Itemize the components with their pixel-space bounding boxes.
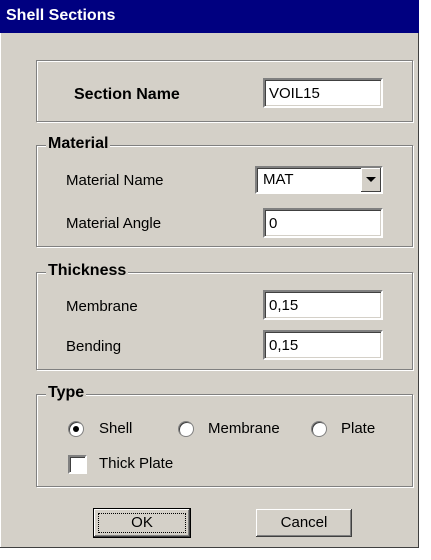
bending-thickness-input[interactable]: 0,15 <box>263 330 383 360</box>
shell-radio[interactable] <box>68 421 84 437</box>
thick-plate-label[interactable]: Thick Plate <box>99 455 173 472</box>
membrane-label: Membrane <box>66 298 138 315</box>
focus-rectangle <box>98 513 186 533</box>
material-angle-label: Material Angle <box>66 215 162 232</box>
bending-label: Bending <box>66 338 122 355</box>
material-legend: Material <box>46 135 111 153</box>
material-name-value: MAT <box>263 171 294 188</box>
material-name-label: Material Name <box>66 172 164 189</box>
title-bar[interactable]: Shell Sections <box>0 0 419 33</box>
type-group: Type <box>36 384 413 487</box>
dropdown-arrow-icon[interactable] <box>361 168 381 192</box>
material-name-select[interactable]: MAT <box>255 166 383 194</box>
thick-plate-checkbox[interactable] <box>68 455 87 474</box>
membrane-option-label[interactable]: Membrane <box>208 420 280 437</box>
section-name-label: Section Name <box>74 86 180 103</box>
plate-radio[interactable] <box>311 421 327 437</box>
shell-option-label[interactable]: Shell <box>99 420 132 437</box>
dialog-title: Shell Sections <box>6 7 116 24</box>
cancel-button-label: Cancel <box>280 514 328 531</box>
radio-selected-dot <box>73 426 79 432</box>
plate-option-label[interactable]: Plate <box>341 420 375 437</box>
membrane-radio[interactable] <box>178 421 194 437</box>
section-name-input[interactable]: VOIL15 <box>263 78 383 108</box>
shell-sections-dialog: Shell Sections Section Name VOIL15 Mater… <box>0 0 419 548</box>
material-angle-input[interactable]: 0 <box>263 208 383 238</box>
membrane-thickness-input[interactable]: 0,15 <box>263 290 383 320</box>
thickness-legend: Thickness <box>46 262 129 280</box>
ok-button[interactable]: OK <box>93 508 191 538</box>
cancel-button[interactable]: Cancel <box>256 509 352 537</box>
type-legend: Type <box>46 384 87 402</box>
